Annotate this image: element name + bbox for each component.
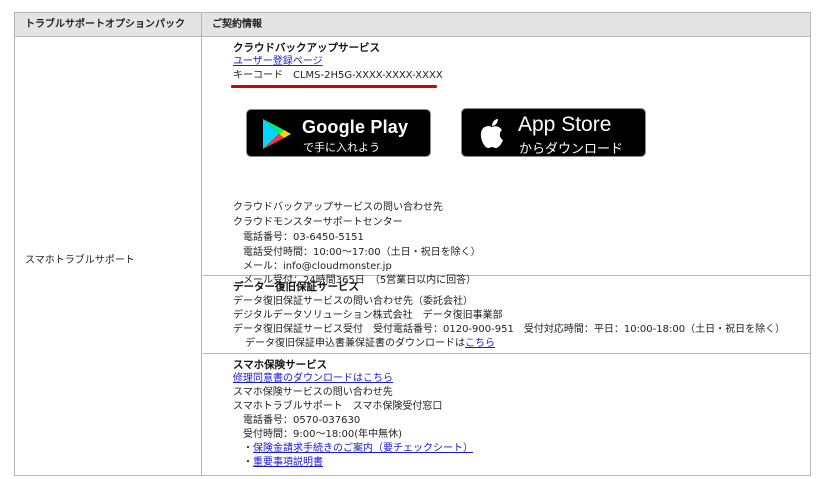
app-store-badge[interactable]: App Store からダウンロード [461, 108, 646, 157]
apple-icon [480, 119, 503, 148]
insurance-section: スマホ保険サービス 修理同意書のダウンロードはこちら スマホ保険サービスの問い合… [203, 354, 810, 475]
data-recovery-company: デジタルデータソリューション株式会社 データ復旧事業部 [233, 310, 503, 321]
app-store-subtext: からダウンロード [519, 142, 624, 157]
support-center-name: クラウドモンスターサポートセンター [233, 217, 403, 228]
cloud-phone: 電話番号：03-6450-5151 [243, 232, 364, 243]
bullet: ・ [243, 443, 253, 454]
header-contract-info: ご契約情報 [202, 13, 810, 37]
user-registration-link[interactable]: ユーザー登録ページ [233, 56, 323, 68]
important-matters-link[interactable]: 重要事項説明書 [253, 457, 323, 468]
insurance-contact: スマホ保険サービスの問い合わせ先 [233, 387, 393, 398]
insurance-phone: 電話番号：0570-037630 [243, 415, 361, 426]
data-recovery-reception: データ復旧保証サービス受付 受付電話番号：0120-900-951 受付対応時間… [233, 324, 786, 335]
data-recovery-download: データ復旧保証申込書兼保証書のダウンロードはこちら [245, 338, 495, 350]
google-play-icon [263, 119, 291, 149]
insurance-hours: 受付時間：9:00～18:00(年中無休) [243, 429, 403, 440]
bullet: ・ [243, 457, 253, 468]
contract-table: トラブルサポートオプションパック ご契約情報 スマホトラブルサポート クラウドバ… [14, 12, 811, 476]
data-recovery-title: データー復旧保証サービス [233, 281, 359, 293]
keycode-text: キーコード CLMS-2H5G-XXXX-XXXX-XXXX [233, 70, 443, 81]
claim-guide-item: ・保険金請求手続きのご案内（要チェックシート） [243, 443, 473, 455]
keycode-underline [231, 85, 437, 88]
app-store-text: App Store [518, 113, 612, 136]
cloud-contact-title: クラウドバックアップサービスの問い合わせ先 [233, 202, 443, 213]
claim-guide-link[interactable]: 保険金請求手続きのご案内（要チェックシート） [253, 443, 473, 454]
data-recovery-section: データー復旧保証サービス データ復旧保証サービスの問い合わせ先（委託会社） デジ… [203, 276, 810, 354]
repair-consent-link[interactable]: 修理同意書のダウンロードはこちら [233, 373, 393, 385]
cloud-mail: メール：info@cloudmonster.jp [243, 261, 392, 272]
google-play-subtext: で手に入れよう [303, 141, 380, 154]
download-here-link[interactable]: こちら [465, 338, 495, 349]
google-play-badge[interactable]: Google Play で手に入れよう [246, 109, 431, 157]
cloud-backup-title: クラウドバックアップサービス [233, 42, 380, 54]
option-name-label: スマホトラブルサポート [25, 255, 135, 266]
important-matters-item: ・重要事項説明書 [243, 457, 323, 469]
option-name-cell: スマホトラブルサポート [15, 37, 202, 475]
header-option-pack: トラブルサポートオプションパック [15, 13, 202, 37]
insurance-title: スマホ保険サービス [233, 359, 328, 371]
download-text: データ復旧保証申込書兼保証書のダウンロードは [245, 338, 465, 349]
insurance-desk: スマホトラブルサポート スマホ保険受付窓口 [233, 401, 443, 412]
cloud-phone-hours: 電話受付時間：10:00～17:00（土日・祝日を除く） [243, 247, 481, 258]
google-play-text: Google Play [302, 117, 409, 137]
data-recovery-contact: データ復旧保証サービスの問い合わせ先（委託会社） [233, 296, 473, 307]
